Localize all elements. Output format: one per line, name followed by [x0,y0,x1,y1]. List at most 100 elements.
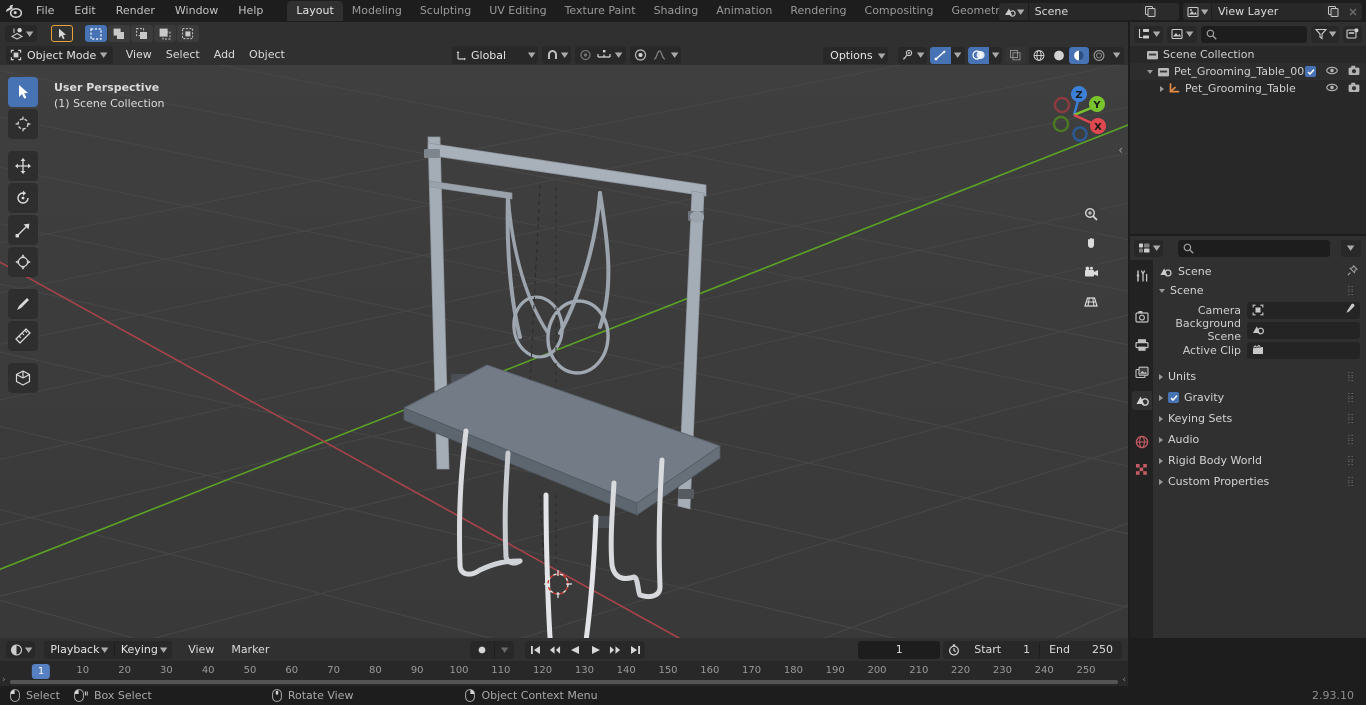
chevron-right-icon[interactable] [1159,436,1163,443]
workspace-tab-shading[interactable]: Shading [645,1,708,21]
render-camera-icon[interactable] [1132,307,1152,326]
editor-type-3d-viewport-icon[interactable]: ▼ [5,25,38,42]
current-frame-field[interactable]: 1 [858,640,941,659]
zoom-icon[interactable] [1080,203,1102,225]
proportional-editing-group[interactable]: ▼ [629,46,682,64]
jump-to-start-icon[interactable] [525,641,545,658]
timeline-expand-arrow-icon[interactable]: › [2,675,6,685]
world-globe-icon[interactable] [1132,432,1152,451]
timeline-collapse-arrow-icon[interactable]: ‹ [1122,675,1126,685]
panel-grip-icon[interactable]: ∷∷ [1348,391,1359,404]
menu-edit[interactable]: Edit [64,2,105,20]
workspace-tab-modeling[interactable]: Modeling [343,1,411,21]
viewport-menu-add[interactable]: Add [207,46,242,64]
workspace-tab-rendering[interactable]: Rendering [781,1,855,21]
properties-editor-type-icon[interactable]: ▼ [1134,239,1164,257]
expand-toggle-icon[interactable] [1147,69,1153,74]
visibility-eye-icon[interactable] [1326,82,1338,96]
panel-header-keying-sets[interactable]: Keying Sets ∷∷ [1153,408,1366,429]
shading-wireframe-icon[interactable] [1029,47,1049,64]
shading-material-icon[interactable] [1069,46,1089,64]
select-difference-icon[interactable] [177,25,200,42]
outliner-row[interactable]: Scene Collection [1130,46,1366,63]
chevron-right-icon[interactable] [1159,394,1163,401]
funnel-filter-icon[interactable]: ▼ [1310,25,1339,43]
transform-icon[interactable] [8,247,38,277]
workspace-tab-layout[interactable]: Layout [287,1,343,21]
jump-to-next-keyframe-icon[interactable] [605,641,625,658]
rotate-icon[interactable] [8,183,38,213]
property-field-background-scene[interactable] [1247,321,1360,339]
outliner-display-mode-icon[interactable]: ▼ [1134,25,1164,43]
options-dropdown[interactable]: Options ▼ [823,47,888,64]
shading-dropdown[interactable]: ▼ [1109,47,1124,64]
outliner-row[interactable]: Pet_Grooming_Table_001 [1130,63,1366,80]
texture-checker-icon[interactable] [1132,460,1152,479]
shading-solid-icon[interactable] [1049,47,1069,64]
visibility-eye-icon[interactable] [1326,65,1338,79]
timeline-scrollbar[interactable] [10,680,1118,684]
panel-header-scene[interactable]: Scene ∷∷ [1153,281,1366,300]
workspace-tab-texture-paint[interactable]: Texture Paint [556,1,645,21]
output-printer-icon[interactable] [1132,335,1152,354]
panel-checkbox[interactable] [1168,392,1179,403]
scene-cone-icon[interactable] [1131,391,1152,410]
panel-grip-icon[interactable]: ∷∷ [1348,475,1359,488]
transform-orientation-dropdown[interactable]: Global ▼ [452,46,538,64]
chevron-right-icon[interactable] [1159,478,1163,485]
pan-hand-icon[interactable] [1080,232,1102,254]
chevron-right-icon[interactable] [1159,373,1163,380]
toggle-ortho-icon[interactable] [1080,290,1102,312]
view-layer-name[interactable]: View Layer [1212,3,1324,20]
workspace-tab-compositing[interactable]: Compositing [856,1,943,21]
view-layer-images-icon[interactable] [1132,363,1152,382]
play-reverse-icon[interactable] [565,641,585,658]
render-visibility-icon[interactable] [1348,65,1360,79]
outliner-search-input[interactable] [1200,25,1307,43]
xray-toggle-icon[interactable] [1005,46,1026,64]
outliner-filter-id-icon[interactable]: ▼ [1167,25,1197,43]
select-box-icon[interactable] [85,25,108,42]
gizmo-toggle-icon[interactable] [930,46,952,64]
collection-checkbox[interactable] [1305,66,1316,77]
select-intersect-icon[interactable] [154,25,177,42]
pin-icon[interactable] [1347,264,1358,279]
object-mode-dropdown[interactable]: Object Mode ▼ [6,46,113,64]
move-icon[interactable] [8,151,38,181]
eyedropper-icon[interactable] [1343,303,1355,318]
panel-grip-icon[interactable]: ∷∷ [1348,370,1359,383]
record-keyframes-icon[interactable] [470,641,494,658]
tool-icon[interactable] [1132,266,1152,285]
workspace-tab-uv-editing[interactable]: UV Editing [480,1,555,21]
properties-search-input[interactable] [1178,239,1331,257]
scene-browse-icon[interactable]: ▼ [999,3,1029,20]
shading-rendered-icon[interactable] [1089,47,1109,64]
properties-options-dropdown[interactable]: ▼ [1341,239,1361,257]
property-field-active-clip[interactable] [1247,341,1360,359]
keying-dropdown[interactable]: Keying ▼ [113,641,172,658]
overlays-toggle-icon[interactable] [967,46,989,64]
panel-header-gravity[interactable]: Gravity ∷∷ [1153,387,1366,408]
3d-viewport[interactable]: User Perspective (1) Scene Collection Z … [0,65,1128,638]
chevron-right-icon[interactable] [1159,415,1163,422]
timeline-marker-menu[interactable]: Marker [224,641,276,659]
scene-close-icon[interactable]: x-icon [1159,3,1179,20]
scale-icon[interactable] [8,215,38,245]
workspace-tab-animation[interactable]: Animation [707,1,781,21]
timeline-playhead[interactable]: 1 [31,664,51,679]
menu-help[interactable]: Help [228,2,273,20]
stopwatch-icon[interactable] [943,641,965,658]
menu-window[interactable]: Window [165,2,228,20]
object-visibility-icon[interactable]: ▼ [897,46,928,64]
view-layer-copy-icon[interactable] [1324,3,1343,20]
timeline-strip[interactable]: 10 20 30 40 50 60 70 80 90 100 110 120 130 140 150 160 1… [0,661,1128,686]
panel-grip-icon[interactable]: ∷∷ [1348,284,1359,297]
viewport-menu-object[interactable]: Object [242,46,292,64]
select-extend-icon[interactable] [108,25,131,42]
timeline-view-menu[interactable]: View [181,641,221,659]
expand-toggle-icon[interactable] [1160,85,1164,92]
panel-header-units[interactable]: Units ∷∷ [1153,366,1366,387]
render-visibility-icon[interactable] [1348,82,1360,96]
select-subtract-icon[interactable] [131,25,154,42]
outliner-row[interactable]: Pet_Grooming_Table [1130,80,1366,97]
